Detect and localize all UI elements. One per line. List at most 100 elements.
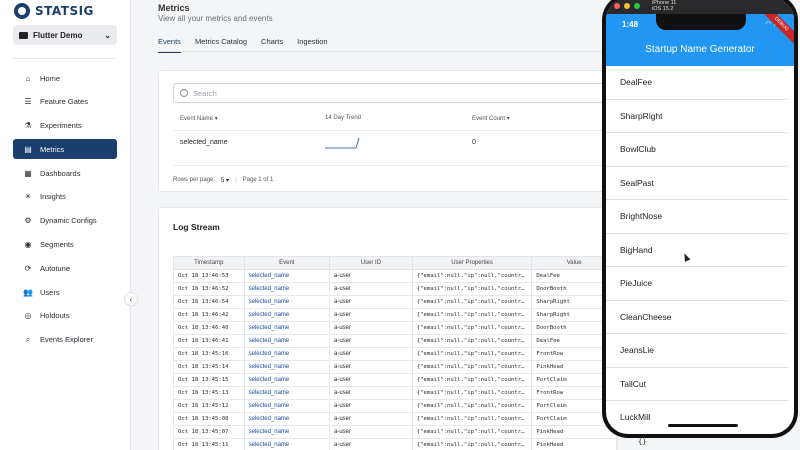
- event-link[interactable]: selected_name: [243, 282, 331, 296]
- list-item[interactable]: BowlClub: [606, 133, 788, 167]
- events-explorer-icon: ⌕: [25, 334, 31, 344]
- zoom-window-icon[interactable]: [634, 3, 640, 9]
- project-selector[interactable]: Flutter Demo ⌄: [13, 25, 117, 45]
- sidebar-item-experiments[interactable]: ⚗ Experiments: [13, 116, 117, 136]
- list-item[interactable]: LuckMill: [606, 401, 788, 434]
- user-properties-cell: {"email":null,"ip":null,"countr…: [411, 295, 533, 309]
- user-id-cell: a-user: [329, 399, 413, 413]
- list-item[interactable]: BigHand: [606, 234, 788, 267]
- event-link[interactable]: selected_name: [243, 360, 331, 374]
- simulator-device-label: iPhone 11 iOS 15.2: [652, 0, 677, 12]
- table-row[interactable]: Oct 18 13:45:16 selected_name a-user {"emai…: [173, 347, 617, 361]
- pagination: Rows per page: 5 ▾ | Page 1 of 1: [173, 177, 273, 184]
- sidebar-item-segments[interactable]: ◉ Segments: [13, 235, 117, 255]
- table-row[interactable]: Oct 18 13:45:11 selected_name a-user {"emai…: [173, 438, 617, 450]
- table-row[interactable]: Oct 18 13:45:12 selected_name a-user {"emai…: [173, 399, 617, 413]
- user-properties-cell: {"email":null,"ip":null,"countr…: [411, 334, 533, 348]
- timestamp-cell: Oct 18 13:45:11: [173, 438, 245, 450]
- sidebar-item-autotune[interactable]: ⟳ Autotune: [13, 258, 117, 278]
- event-link[interactable]: selected_name: [243, 295, 331, 309]
- table-row[interactable]: Oct 18 13:46:42 selected_name a-user {"emai…: [173, 308, 617, 322]
- sidebar-item-label: Metrics: [40, 144, 65, 154]
- list-item[interactable]: SharpRight: [606, 100, 788, 133]
- pagination-divider: |: [235, 177, 237, 183]
- sidebar-item-feature-gates[interactable]: ☰ Feature Gates: [13, 92, 117, 112]
- sidebar-item-holdouts[interactable]: ◎ Holdouts: [13, 306, 117, 326]
- table-row[interactable]: Oct 18 13:45:08 selected_name a-user {"emai…: [173, 412, 617, 426]
- statsig-logo[interactable]: STATSIG: [14, 3, 94, 19]
- column-header-trend: 14 Day Trend: [325, 115, 362, 121]
- sidebar-item-label: Segments: [40, 240, 74, 250]
- home-indicator[interactable]: [668, 424, 738, 427]
- list-item[interactable]: TallCut: [606, 368, 788, 401]
- device-notch: [656, 14, 746, 30]
- table-row[interactable]: Oct 18 13:46:41 selected_name a-user {"emai…: [173, 334, 617, 348]
- event-link[interactable]: selected_name: [243, 412, 331, 426]
- list-item[interactable]: DealFee: [606, 66, 788, 100]
- sidebar-item-dashboards[interactable]: ▦ Dashboards: [13, 163, 117, 183]
- sidebar-item-insights[interactable]: ✳ Insights: [13, 187, 117, 207]
- sort-icon: ▾: [214, 116, 218, 122]
- tab-divider: [158, 51, 628, 52]
- event-link[interactable]: selected_name: [243, 321, 331, 335]
- search-icon: [180, 89, 188, 97]
- user-id-cell: a-user: [329, 425, 413, 439]
- column-header-user-properties: User Properties: [411, 256, 533, 270]
- event-link[interactable]: selected_name: [243, 425, 331, 439]
- sidebar-item-events-explorer[interactable]: ⌕ Events Explorer: [13, 330, 117, 350]
- list-item[interactable]: SealPast: [606, 167, 788, 200]
- user-properties-cell: {"email":null,"ip":null,"countr…: [411, 373, 533, 387]
- bar-chart-icon: ▤: [24, 144, 32, 154]
- toggle-icon: ☰: [24, 97, 32, 107]
- column-header-user-id: User ID: [329, 256, 413, 270]
- column-header-timestamp: Timestamp: [173, 256, 245, 270]
- event-link[interactable]: selected_name: [243, 347, 331, 361]
- list-item[interactable]: PieJuice: [606, 267, 788, 301]
- event-link[interactable]: selected_name: [243, 438, 331, 450]
- event-link[interactable]: selected_name: [243, 386, 331, 400]
- config-icon: ⚙: [24, 216, 32, 226]
- event-link[interactable]: selected_name: [243, 269, 331, 283]
- sidebar-item-home[interactable]: ⌂ Home: [13, 68, 117, 88]
- table-row[interactable]: Oct 18 13:46:40 selected_name a-user {"emai…: [173, 321, 617, 335]
- event-link[interactable]: selected_name: [243, 308, 331, 322]
- user-properties-cell: {"email":null,"ip":null,"countr…: [411, 308, 533, 322]
- brand-name: STATSIG: [35, 4, 94, 18]
- home-icon: ⌂: [25, 73, 31, 83]
- sidebar-divider: [13, 58, 117, 59]
- table-row[interactable]: Oct 18 13:46:54 selected_name a-user {"emai…: [173, 295, 617, 309]
- table-row[interactable]: Oct 18 13:46:53 selected_name a-user {"emai…: [173, 269, 617, 283]
- table-row[interactable]: Oct 18 13:46:52 selected_name a-user {"emai…: [173, 282, 617, 296]
- table-row[interactable]: Oct 18 13:45:15 selected_name a-user {"emai…: [173, 373, 617, 387]
- timestamp-cell: Oct 18 13:46:40: [173, 321, 245, 335]
- user-id-cell: a-user: [329, 347, 413, 361]
- search-input[interactable]: Search: [173, 83, 613, 103]
- trailing-value-cell: {}: [638, 438, 647, 446]
- table-row[interactable]: Oct 18 13:45:07 selected_name a-user {"emai…: [173, 425, 617, 439]
- event-name-cell[interactable]: selected_name: [180, 139, 227, 146]
- event-link[interactable]: selected_name: [243, 334, 331, 348]
- user-id-cell: a-user: [329, 360, 413, 374]
- rows-per-page-select[interactable]: 5 ▾: [221, 177, 229, 184]
- table-row[interactable]: Oct 18 13:45:14 selected_name a-user {"emai…: [173, 360, 617, 374]
- user-properties-cell: {"email":null,"ip":null,"countr…: [411, 282, 533, 296]
- list-item[interactable]: JeansLie: [606, 334, 788, 368]
- sidebar-item-users[interactable]: 👥 Users: [13, 282, 117, 302]
- user-id-cell: a-user: [329, 308, 413, 322]
- page-title: Metrics: [158, 3, 190, 13]
- event-link[interactable]: selected_name: [243, 399, 331, 413]
- flask-icon: ⚗: [24, 121, 32, 131]
- column-header-event-count[interactable]: Event Count ▾: [472, 115, 510, 122]
- sidebar-item-metrics[interactable]: ▤ Metrics: [13, 139, 117, 160]
- list-item[interactable]: CleanCheese: [606, 301, 788, 334]
- event-link[interactable]: selected_name: [243, 373, 331, 387]
- table-row[interactable]: Oct 18 13:45:13 selected_name a-user {"emai…: [173, 386, 617, 400]
- sidebar-item-dynamic-configs[interactable]: ⚙ Dynamic Configs: [13, 211, 117, 231]
- column-header-event-name[interactable]: Event Name ▾: [180, 115, 218, 122]
- close-window-icon[interactable]: [614, 3, 620, 9]
- value-cell: PinkHead: [531, 425, 617, 439]
- minimize-window-icon[interactable]: [624, 3, 630, 9]
- rows-per-page-label: Rows per page:: [173, 177, 216, 183]
- user-id-cell: a-user: [329, 438, 413, 450]
- list-item[interactable]: BrightNose: [606, 200, 788, 234]
